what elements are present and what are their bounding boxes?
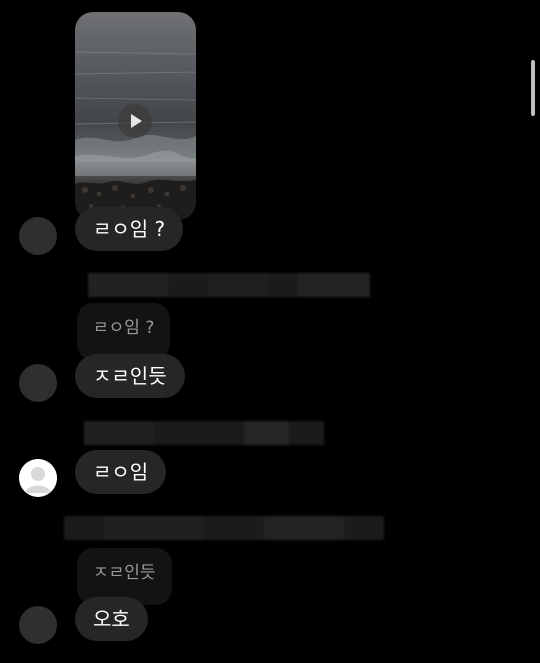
message-bubble[interactable]: 오호 [75,597,148,641]
message-bubble[interactable]: ㅈㄹ인듯 [75,354,185,398]
redacted-text [64,516,384,540]
redacted-text [84,421,324,445]
play-icon [131,114,142,128]
scrollbar[interactable] [531,60,535,116]
avatar[interactable] [19,364,57,402]
video-message[interactable] [75,12,196,220]
message-bubble[interactable]: ㄹㅇ임 ? [75,207,184,251]
avatar-icon [19,459,57,497]
quoted-message[interactable]: ㄹㅇ임 ? [77,303,171,360]
avatar[interactable] [19,606,57,644]
play-button[interactable] [118,104,152,138]
redacted-text [88,273,370,297]
message-bubble[interactable]: ㄹㅇ임 [75,450,167,494]
profile-avatar[interactable] [19,459,57,497]
avatar[interactable] [19,217,57,255]
